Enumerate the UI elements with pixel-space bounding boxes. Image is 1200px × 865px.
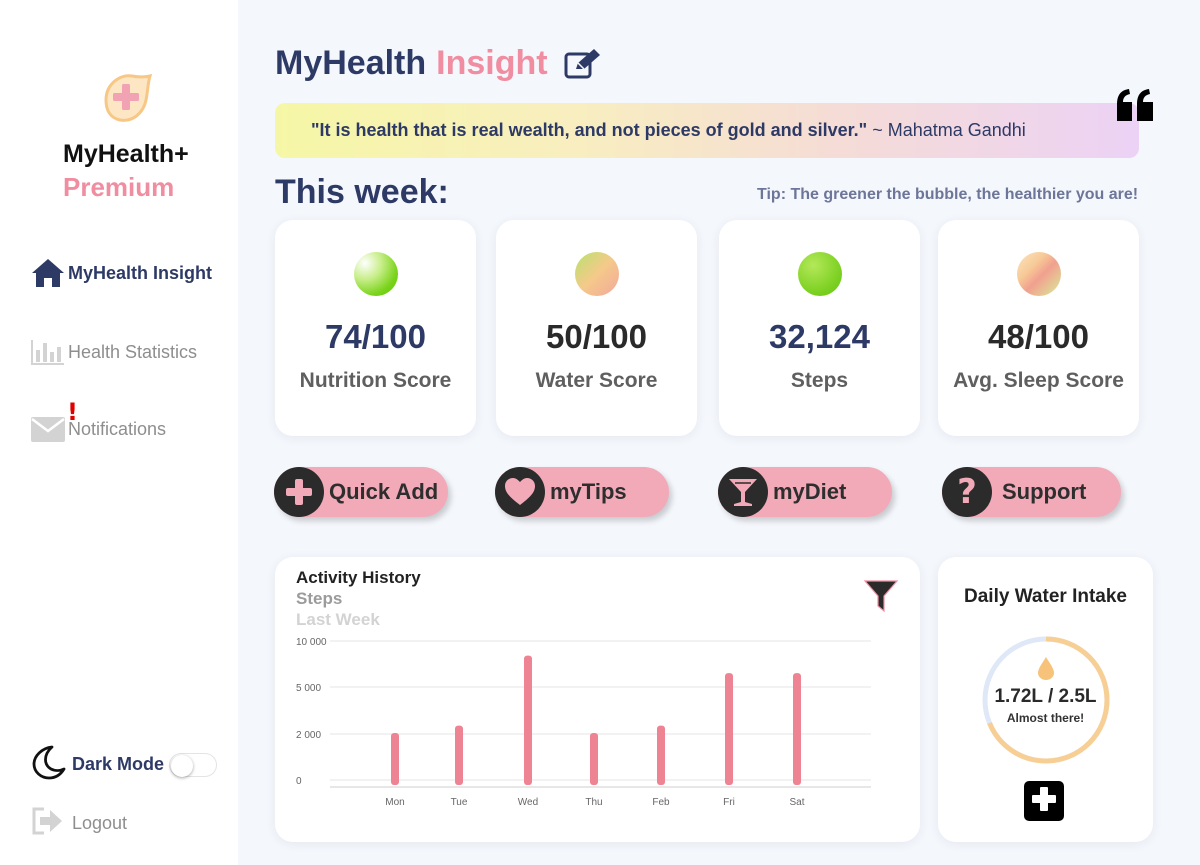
- brand-tier: Premium: [63, 172, 175, 202]
- logout-label: Logout: [72, 813, 128, 833]
- sidebar: MyHealth+ Premium MyHealth Insight Healt…: [0, 0, 238, 865]
- edit-icon[interactable]: [564, 48, 602, 80]
- quote-banner: "It is health that is real wealth, and n…: [275, 103, 1139, 158]
- support-button[interactable]: ? Support: [942, 467, 1121, 517]
- y-tick-label: 5 000: [296, 683, 321, 694]
- home-icon: [30, 256, 68, 290]
- x-tick-label: Mon: [385, 797, 404, 808]
- stat-card-steps: 32,124 Steps: [719, 220, 920, 436]
- brand-logo: [98, 70, 154, 126]
- health-bubble: [574, 252, 619, 296]
- water-drop-icon: [1038, 657, 1054, 680]
- chart-bar-thu: [590, 732, 598, 785]
- sidebar-item-label: Health Statistics: [68, 341, 198, 362]
- health-bubble: [353, 252, 398, 296]
- stat-label: Water Score: [535, 369, 658, 392]
- sidebar-item-health-statistics[interactable]: Health Statistics: [30, 335, 197, 369]
- y-tick-label: 2 000: [296, 730, 321, 741]
- filter-icon[interactable]: [863, 578, 899, 619]
- chart-bar-feb: [657, 725, 665, 785]
- support-label: Support: [1002, 479, 1087, 504]
- quick-add-button[interactable]: Quick Add: [274, 467, 448, 517]
- dark-mode-row: Dark Mode: [30, 744, 218, 785]
- stat-card-nutrition: 74/100 Nutrition Score: [275, 220, 476, 436]
- x-tick-label: Fri: [723, 797, 735, 808]
- logout-button[interactable]: Logout: [30, 806, 127, 841]
- dark-mode-label: Dark Mode: [72, 754, 165, 774]
- activity-history-card: 10 000 5 000 2 000 0 Mon Tue Wed Thu Feb Fri Sat A…: [275, 557, 920, 842]
- page-title: MyHealth Insight: [275, 44, 602, 83]
- water-status: Almost there!: [1006, 711, 1085, 725]
- chart-bar-wed: [524, 655, 532, 785]
- x-tick-label: Thu: [585, 797, 602, 808]
- activity-chart: 10 000 5 000 2 000 0 Mon Tue Wed Thu Feb Fri Sat: [296, 637, 871, 808]
- heart-icon: [495, 467, 545, 517]
- quote-text: "It is health that is real wealth, and n…: [311, 120, 868, 140]
- quote-author: ~ Mahatma Gandhi: [872, 120, 1026, 140]
- stat-label: Nutrition Score: [299, 369, 452, 392]
- x-tick-label: Sat: [789, 797, 804, 808]
- activity-range: Last Week: [296, 610, 380, 629]
- plus-icon: [1030, 785, 1058, 818]
- page-title-main: MyHealth: [275, 44, 427, 82]
- x-tick-label: Tue: [451, 797, 468, 808]
- chart-bar-tue: [455, 725, 463, 785]
- mydiet-button[interactable]: myDiet: [718, 467, 892, 517]
- question-icon: ?: [942, 467, 992, 517]
- sidebar-item-notifications[interactable]: ! Notifications: [30, 398, 167, 446]
- mail-icon: !: [30, 398, 78, 446]
- page-title-accent: Insight: [436, 44, 548, 82]
- x-tick-label: Wed: [518, 797, 538, 808]
- tip-text: Tip: The greener the bubble, the healthi…: [757, 186, 1139, 203]
- chart-bar-fri: [725, 673, 733, 785]
- daily-water-card: Daily Water Intake 1.72L / 2.5L Almost t…: [938, 557, 1153, 842]
- stat-value: 50/100: [546, 318, 647, 355]
- logout-icon: [30, 806, 66, 841]
- dark-mode-toggle[interactable]: [169, 752, 218, 777]
- stat-value: 74/100: [325, 318, 426, 355]
- y-tick-label: 10 000: [296, 637, 327, 648]
- water-amount: 1.72L / 2.5L: [994, 686, 1097, 707]
- stat-label: Steps: [790, 369, 849, 392]
- activity-metric: Steps: [296, 589, 343, 608]
- stat-value: 32,124: [769, 318, 870, 355]
- sidebar-item-label: Notifications: [68, 418, 167, 439]
- activity-title: Activity History: [296, 568, 421, 587]
- notification-alert-badge: !: [67, 398, 78, 426]
- mydiet-label: myDiet: [773, 479, 847, 504]
- chart-bar-mon: [391, 732, 399, 785]
- y-tick-label: 0: [296, 776, 302, 787]
- cocktail-glass-icon: [718, 467, 768, 517]
- stat-value: 48/100: [988, 318, 1089, 355]
- stat-card-sleep: 48/100 Avg. Sleep Score: [938, 220, 1139, 436]
- health-bubble: [1016, 252, 1061, 296]
- water-title: Daily Water Intake: [964, 586, 1127, 607]
- add-water-button[interactable]: [1024, 781, 1064, 821]
- stat-card-water: 50/100 Water Score: [496, 220, 697, 436]
- toggle-knob: [171, 754, 194, 777]
- mytips-label: myTips: [550, 479, 627, 504]
- plus-icon: [274, 467, 324, 517]
- quick-add-label: Quick Add: [329, 479, 439, 504]
- stat-label: Avg. Sleep Score: [953, 369, 1124, 392]
- mytips-button[interactable]: myTips: [495, 467, 669, 517]
- chart-bar-sat: [793, 673, 801, 785]
- bar-chart-icon: [30, 335, 68, 369]
- brand-name: MyHealth+: [63, 140, 189, 168]
- x-tick-label: Feb: [652, 797, 670, 808]
- moon-icon: [30, 744, 66, 785]
- sidebar-item-label: MyHealth Insight: [68, 262, 213, 283]
- health-bubble: [797, 252, 842, 296]
- sidebar-item-myhealth-insight[interactable]: MyHealth Insight: [30, 256, 212, 290]
- week-title: This week:: [275, 173, 449, 211]
- quote-icon: [1115, 88, 1155, 127]
